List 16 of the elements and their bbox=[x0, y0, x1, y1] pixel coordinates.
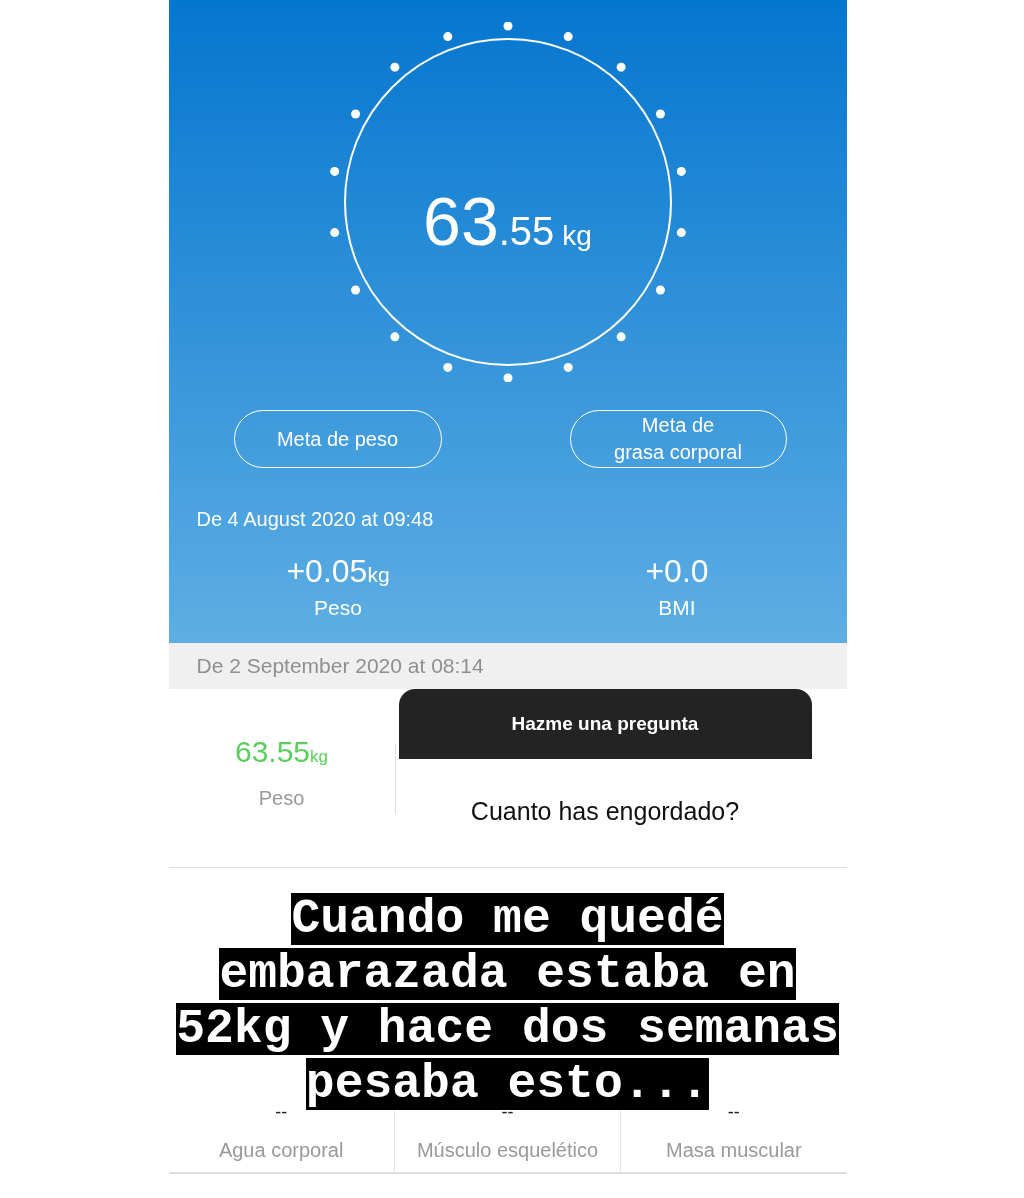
weight-label: Peso bbox=[258, 787, 305, 810]
weight-reading: 63.55 kg bbox=[422, 182, 593, 260]
metric-label: Agua corporal bbox=[218, 1139, 344, 1162]
metric-label: Músculo esquelético bbox=[416, 1139, 599, 1162]
metric-value: -- bbox=[275, 1102, 288, 1123]
change-label: Peso bbox=[314, 596, 362, 620]
change-value: +0.0 bbox=[645, 553, 709, 590]
change-value: +0.05kg bbox=[286, 553, 390, 590]
weight-value: 63.55kg bbox=[234, 735, 328, 769]
sticker-title: Hazme una pregunta bbox=[398, 689, 812, 759]
since-date: De 4 August 2020 at 09:48 bbox=[196, 508, 435, 531]
sticker-question: Cuanto has engordado? bbox=[469, 797, 741, 826]
metric-label: Masa muscular bbox=[666, 1139, 802, 1162]
record-date: De 2 September 2020 at 08:14 bbox=[196, 654, 484, 678]
change-label: BMI bbox=[658, 596, 696, 620]
metric-value: -- bbox=[727, 1102, 740, 1123]
